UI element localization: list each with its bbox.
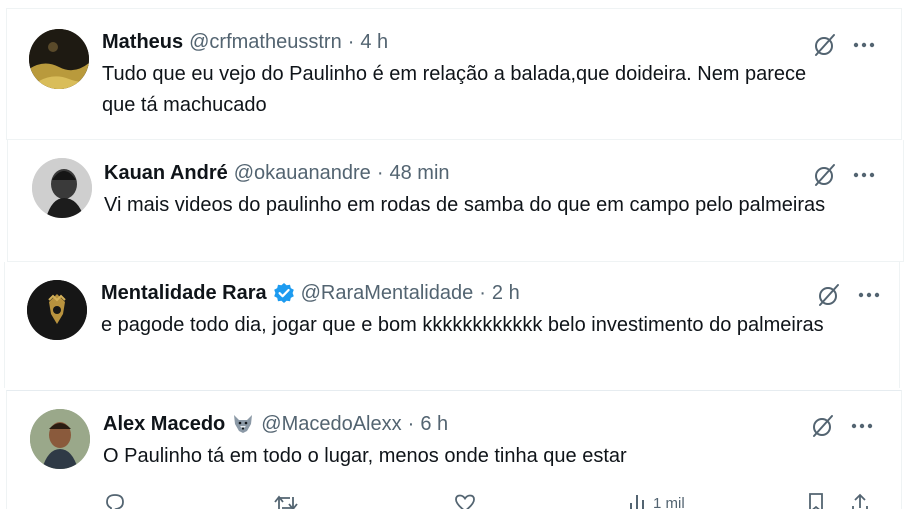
tweet-text: Vi mais videos do paulinho em rodas de s… (104, 194, 826, 216)
separator: · (407, 413, 415, 435)
separator: · (347, 31, 355, 53)
avatar-image (27, 280, 87, 340)
grok-icon[interactable] (810, 413, 836, 439)
views-button[interactable]: 1 mil (627, 491, 685, 509)
avatar[interactable] (29, 29, 89, 89)
more-options-icon[interactable] (857, 291, 881, 299)
reply-icon (106, 494, 124, 509)
like-button[interactable] (453, 491, 477, 509)
bookmark-icon (809, 493, 823, 509)
author-name[interactable]: Alex Macedo (103, 411, 225, 437)
repost-icon (274, 495, 298, 509)
avatar-image (32, 158, 92, 218)
more-options-icon[interactable] (852, 171, 876, 179)
avatar[interactable] (27, 280, 87, 340)
author-handle[interactable]: @crfmatheusstrn (189, 29, 342, 55)
author-handle[interactable]: @RaraMentalidade (301, 280, 474, 306)
more-options-icon[interactable] (852, 41, 876, 49)
tweet-2[interactable]: Kauan André @okauanandre · 48 min Vi mai… (7, 140, 904, 262)
grok-icon[interactable] (816, 282, 842, 308)
verified-badge-icon[interactable] (273, 282, 295, 304)
repost-button[interactable] (273, 491, 299, 509)
timestamp[interactable]: 6 h (420, 411, 448, 437)
wolf-icon (234, 415, 253, 433)
timestamp[interactable]: 48 min (389, 160, 449, 186)
grok-icon[interactable] (812, 162, 838, 188)
share-icon (852, 493, 868, 509)
views-icon (630, 495, 644, 509)
heart-icon (455, 494, 475, 509)
tweet-1[interactable]: Matheus @crfmatheusstrn · 4 h Tudo que e… (6, 8, 902, 140)
tweet-text: e pagode todo dia, jogar que e bom kkkkk… (101, 314, 824, 336)
avatar-image (30, 409, 90, 469)
tweet-4[interactable]: Alex Macedo @MacedoAlexx · 6 h O Paulinh… (6, 390, 902, 509)
author-name[interactable]: Kauan André (104, 160, 228, 186)
author-handle[interactable]: @okauanandre (234, 160, 371, 186)
author-name[interactable]: Matheus (102, 29, 183, 55)
author-name[interactable]: Mentalidade Rara (101, 280, 267, 306)
author-handle[interactable]: @MacedoAlexx (261, 411, 401, 437)
share-button[interactable] (849, 491, 871, 509)
timestamp[interactable]: 2 h (492, 280, 520, 306)
reply-button[interactable] (103, 491, 127, 509)
avatar[interactable] (30, 409, 90, 469)
separator: · (479, 282, 486, 304)
separator: · (376, 162, 384, 184)
tweet-text: Tudo que eu vejo do Paulinho é em relaçã… (102, 63, 807, 116)
timestamp[interactable]: 4 h (360, 29, 388, 55)
more-options-icon[interactable] (850, 422, 874, 430)
bookmark-button[interactable] (805, 491, 827, 509)
grok-icon[interactable] (812, 32, 838, 58)
avatar[interactable] (32, 158, 92, 218)
tweet-text: O Paulinho tá em todo o lugar, menos ond… (103, 445, 627, 467)
tweet-3[interactable]: Mentalidade Rara @RaraMentalidade · 2 h … (4, 262, 900, 388)
tweet-actions: 1 mil (101, 491, 881, 509)
avatar-image (29, 29, 89, 89)
views-count: 1 mil (653, 494, 685, 509)
